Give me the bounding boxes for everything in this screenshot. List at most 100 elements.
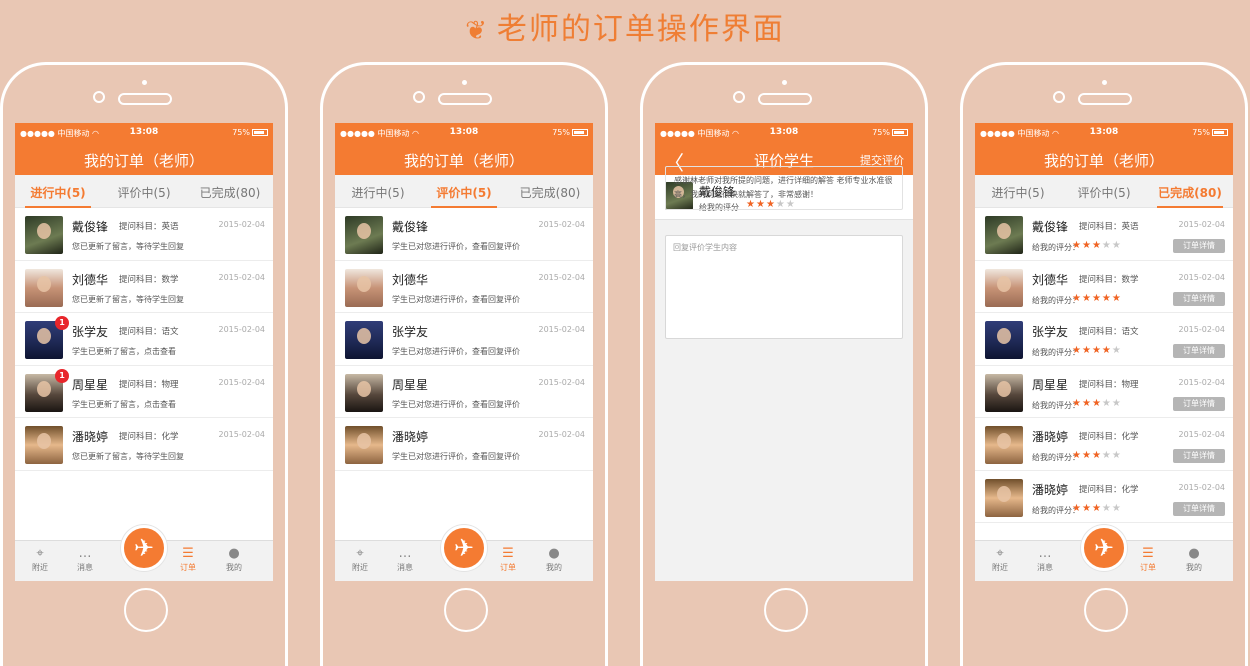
order-tabs: 进行中(5) 评价中(5) 已完成(80) <box>975 175 1233 208</box>
tabbar-item-3[interactable]: ● 我的 <box>219 545 249 573</box>
user-icon: ● <box>1188 546 1200 561</box>
tab-1[interactable]: 评价中(5) <box>421 175 507 208</box>
nav-bar: 我的订单（老师） <box>975 143 1233 175</box>
tabbar-item-0[interactable]: ⌖ 附近 <box>985 545 1015 573</box>
order-row[interactable]: 潘晓婷 2015-02-04 学生已对您进行评价，查看回复评价 <box>335 418 593 471</box>
rating-stars: ★★★★★ <box>1072 450 1122 461</box>
order-row[interactable]: 张学友 2015-02-04 学生已对您进行评价，查看回复评价 <box>335 313 593 366</box>
order-row[interactable]: 戴俊锋 提问科目：英语 2015-02-04 您已更新了留言，等待学生回复 <box>15 208 273 261</box>
order-status-text: 学生已对您进行评价，查看回复评价 <box>392 399 520 409</box>
tab-1[interactable]: 评价中(5) <box>1061 175 1147 207</box>
order-row[interactable]: 1 周星星 提问科目：物理 2015-02-04 学生已更新了留言，点击查看 <box>15 366 273 418</box>
rating-stars: ★★★★★ <box>1072 398 1122 409</box>
star-icon: ★ <box>1081 345 1092 356</box>
order-date: 2015-02-04 <box>1178 430 1226 439</box>
tab-2[interactable]: 已完成(80) <box>187 175 273 207</box>
tabbar-item-2[interactable]: ☰ 订单 <box>493 545 523 573</box>
avatar <box>25 426 63 464</box>
tab-2[interactable]: 已完成(80) <box>1147 175 1233 208</box>
student-name: 张学友 <box>392 325 429 339</box>
order-detail-button[interactable]: 订单详情 <box>1173 501 1225 516</box>
order-detail-button[interactable]: 订单详情 <box>1173 344 1225 358</box>
subject: 提问科目：物理 <box>1079 379 1139 390</box>
order-detail-button[interactable]: 订单详情 <box>1173 396 1225 411</box>
reply-input[interactable]: 回复评价学生内容 <box>665 235 903 339</box>
order-detail-button[interactable]: 订单详情 <box>1173 449 1225 463</box>
avatar <box>345 268 383 307</box>
student-name: 周星星 <box>72 377 109 392</box>
tabbar-item-0[interactable]: ⌖ 附近 <box>25 545 55 573</box>
tab-0[interactable]: 进行中(5) <box>335 175 421 207</box>
order-row[interactable]: 潘晓婷 提问科目：化学 2015-02-04 给我的评分： ★★★★★ 订单详情 <box>975 471 1233 523</box>
star-icon: ★ <box>1111 502 1122 514</box>
order-row[interactable]: 戴俊锋 提问科目：英语 2015-02-04 给我的评分： ★★★★★ 订单详情 <box>975 208 1233 261</box>
battery: 75% <box>1192 128 1228 137</box>
home-button[interactable] <box>764 588 808 632</box>
nav-bar: 我的订单（老师） <box>15 143 273 175</box>
subject: 提问科目：英语 <box>119 222 179 232</box>
avatar <box>985 268 1023 307</box>
star-icon: ★ <box>1101 345 1112 356</box>
avatar <box>25 216 63 254</box>
order-row[interactable]: 刘德华 提问科目：数学 2015-02-04 给我的评分： ★★★★★ 订单详情 <box>975 261 1233 313</box>
order-status-text: 学生已更新了留言，点击查看 <box>72 399 176 409</box>
battery-level: 75% <box>232 128 250 137</box>
order-detail-button[interactable]: 订单详情 <box>1173 239 1225 253</box>
order-status-text: 学生已对您进行评价，查看回复评价 <box>392 347 520 356</box>
tab-1[interactable]: 评价中(5) <box>101 175 187 207</box>
home-button[interactable] <box>444 588 488 632</box>
order-detail-button[interactable]: 订单详情 <box>1173 291 1225 306</box>
star-icon: ★ <box>1101 397 1112 409</box>
tab-2[interactable]: 已完成(80) <box>507 175 593 207</box>
screen: ●●●●● 中国移动 ◠ 13:08 75% 〈评价学生 提交评价 戴俊锋 给我的评分 ★★★… <box>655 123 913 581</box>
avatar <box>985 216 1023 254</box>
tab-0[interactable]: 进行中(5) <box>15 175 101 208</box>
tabbar-label: 附近 <box>992 563 1008 572</box>
tabbar-label: 我的 <box>546 563 562 572</box>
camera <box>1053 91 1065 103</box>
order-date: 2015-02-04 <box>218 325 266 334</box>
order-row[interactable]: 潘晓婷 提问科目：化学 2015-02-04 您已更新了留言，等待学生回复 <box>15 418 273 471</box>
order-row[interactable]: 张学友 提问科目：语文 2015-02-04 给我的评分： ★★★★★ 订单详情 <box>975 313 1233 366</box>
tabbar-item-2[interactable]: ☰ 订单 <box>1133 545 1163 573</box>
star-icon: ★ <box>1101 240 1112 251</box>
order-status-text: 您已更新了留言，等待学生回复 <box>72 242 184 251</box>
home-button[interactable] <box>124 588 168 632</box>
tabbar-item-1[interactable]: … 消息 <box>1030 545 1060 573</box>
order-row[interactable]: 周星星 2015-02-04 学生已对您进行评价，查看回复评价 <box>335 366 593 418</box>
order-row[interactable]: 戴俊锋 2015-02-04 学生已对您进行评价，查看回复评价 <box>335 208 593 261</box>
home-button[interactable] <box>1084 588 1128 632</box>
order-icon: ☰ <box>182 546 194 561</box>
order-status-text: 您已更新了留言，等待学生回复 <box>72 452 184 461</box>
subject: 提问科目：化学 <box>119 432 179 442</box>
tabbar-label: 消息 <box>397 563 413 572</box>
tabbar-label: 订单 <box>180 563 196 572</box>
tab-bar: ⌖ 附近 … 消息 ☰ 订单 ● 我的 ✈ <box>15 525 273 581</box>
order-date: 2015-02-04 <box>218 430 266 439</box>
tab-0[interactable]: 进行中(5) <box>975 175 1061 207</box>
order-row[interactable]: 刘德华 提问科目：数学 2015-02-04 您已更新了留言，等待学生回复 <box>15 261 273 313</box>
home-logo-button[interactable]: ✈ <box>441 525 487 571</box>
avatar <box>985 426 1023 464</box>
home-logo-button[interactable]: ✈ <box>1081 525 1127 571</box>
star-icon: ★ <box>1111 450 1122 461</box>
tabbar-item-3[interactable]: ● 我的 <box>1179 545 1209 573</box>
tabbar-item-2[interactable]: ☰ 订单 <box>173 545 203 573</box>
tabbar-item-0[interactable]: ⌖ 附近 <box>345 545 375 573</box>
order-row[interactable]: 刘德华 2015-02-04 学生已对您进行评价，查看回复评价 <box>335 261 593 313</box>
order-status-text: 您已更新了留言，等待学生回复 <box>72 294 184 304</box>
subject: 提问科目：数学 <box>119 274 179 285</box>
tabbar-item-1[interactable]: … 消息 <box>70 545 100 573</box>
order-row[interactable]: 1 张学友 提问科目：语文 2015-02-04 学生已更新了留言，点击查看 <box>15 313 273 366</box>
battery: 75% <box>232 128 268 137</box>
tabbar-item-3[interactable]: ● 我的 <box>539 545 569 573</box>
nav-title: 我的订单（老师） <box>1043 152 1164 170</box>
home-logo-button[interactable]: ✈ <box>121 525 167 571</box>
order-row[interactable]: 潘晓婷 提问科目：化学 2015-02-04 给我的评分： ★★★★★ 订单详情 <box>975 418 1233 471</box>
review-text: 感谢林老师对我所提的问题，进行详细的解答 老师专业水准很高，我的问题很快就解答了… <box>665 166 903 210</box>
tabbar-label: 订单 <box>500 563 516 572</box>
avatar <box>345 373 383 412</box>
status-bar: ●●●●● 中国移动 ◠ 13:08 75% <box>655 123 913 143</box>
tabbar-item-1[interactable]: … 消息 <box>390 545 420 573</box>
order-row[interactable]: 周星星 提问科目：物理 2015-02-04 给我的评分： ★★★★★ 订单详情 <box>975 366 1233 418</box>
